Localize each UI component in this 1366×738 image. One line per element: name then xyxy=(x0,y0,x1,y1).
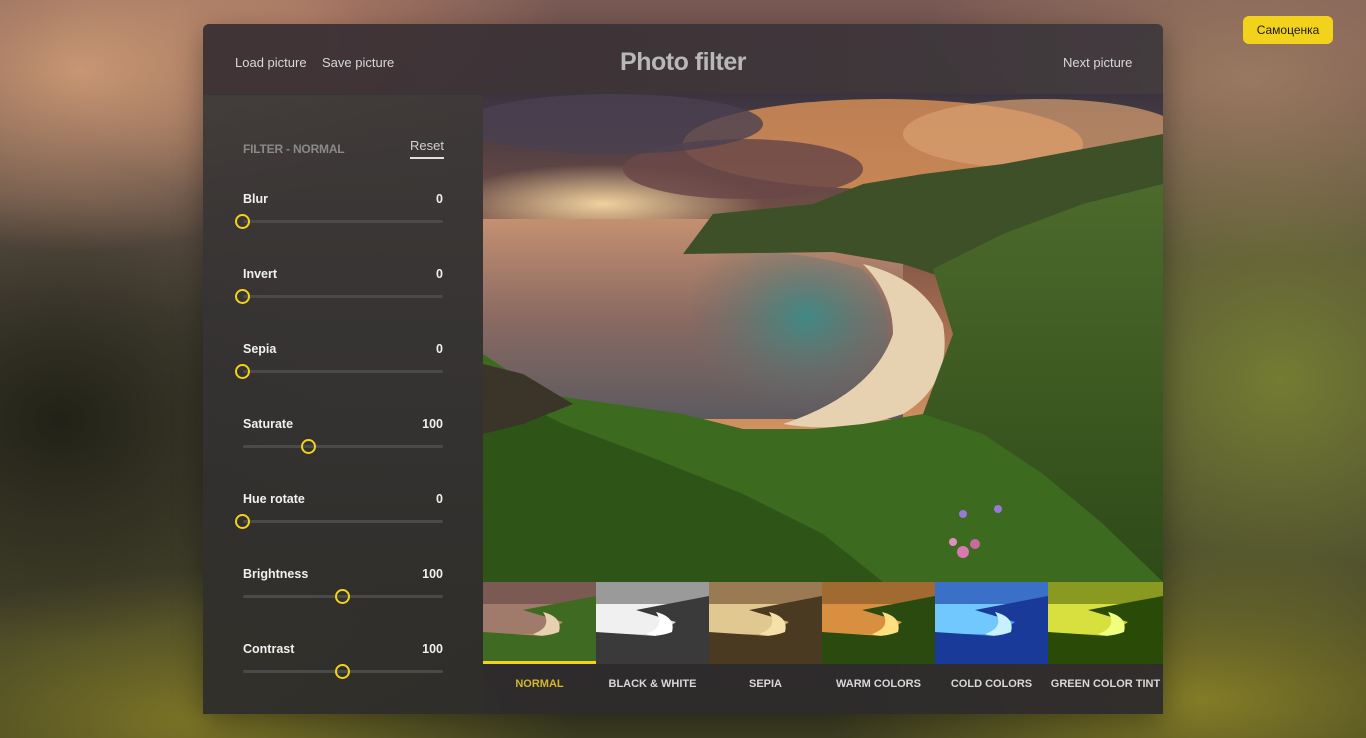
slider-thumb[interactable] xyxy=(235,214,250,229)
thumbnail-graphic xyxy=(822,582,935,664)
slider-contrast: Contrast 100 xyxy=(243,642,443,692)
slider-label: Contrast xyxy=(243,642,295,656)
filter-thumbnails: NORMAL BLACK & WHITE SEPIA WARM COLORS C… xyxy=(483,582,1163,714)
filter-thumb-black-white[interactable]: BLACK & WHITE xyxy=(596,582,709,714)
slider-invert: Invert 0 xyxy=(235,267,443,317)
slider-thumb[interactable] xyxy=(301,439,316,454)
slider-saturate: Saturate 100 xyxy=(243,417,443,467)
page-title: Photo filter xyxy=(620,48,746,76)
slider-thumb[interactable] xyxy=(335,664,350,679)
slider-thumb[interactable] xyxy=(235,364,250,379)
slider-track[interactable] xyxy=(235,514,443,529)
app-header: Load picture Save picture Photo filter N… xyxy=(203,24,1163,95)
thumbnail-image xyxy=(822,582,935,664)
slider-value: 100 xyxy=(422,567,443,581)
samootsenka-button[interactable]: Самоценка xyxy=(1243,16,1333,44)
landscape-image xyxy=(483,94,1163,582)
filter-label: COLD COLORS xyxy=(950,678,1033,690)
slider-sepia: Sepia 0 xyxy=(235,342,443,392)
slider-value: 0 xyxy=(436,342,443,356)
thumbnail-image xyxy=(596,582,709,664)
thumbnail-image xyxy=(483,582,596,664)
slider-blur: Blur 0 xyxy=(235,192,443,242)
thumbnail-graphic xyxy=(1048,582,1163,664)
slider-track[interactable] xyxy=(243,664,443,679)
slider-track[interactable] xyxy=(243,589,443,604)
slider-hue-rotate: Hue rotate 0 xyxy=(235,492,443,542)
filter-thumb-sepia[interactable]: SEPIA xyxy=(709,582,822,714)
thumbnail-image xyxy=(709,582,822,664)
slider-label: Saturate xyxy=(243,417,294,431)
filter-label: SEPIA xyxy=(748,678,782,690)
slider-value: 0 xyxy=(436,492,443,506)
filter-heading: Filter - normal xyxy=(243,142,345,156)
slider-thumb[interactable] xyxy=(335,589,350,604)
next-picture-button[interactable]: Next picture xyxy=(1063,55,1132,70)
slider-track[interactable] xyxy=(243,439,443,454)
filter-thumb-cold-colors[interactable]: COLD COLORS xyxy=(935,582,1048,714)
filter-sidebar: Filter - normal Reset Blur 0 Invert 0 Se… xyxy=(203,94,483,714)
main-photo xyxy=(483,94,1163,582)
thumbnail-image xyxy=(1048,582,1163,664)
filter-label: GREEN COLOR TINT xyxy=(1050,678,1161,690)
slider-value: 0 xyxy=(436,192,443,206)
slider-value: 0 xyxy=(436,267,443,281)
slider-label: Hue rotate xyxy=(243,492,305,506)
slider-track[interactable] xyxy=(235,364,443,379)
reset-button[interactable]: Reset xyxy=(410,138,444,159)
filter-label: WARM COLORS xyxy=(836,678,921,690)
slider-track[interactable] xyxy=(235,289,443,304)
slider-value: 100 xyxy=(422,642,443,656)
thumbnail-graphic xyxy=(709,582,822,664)
thumbnail-graphic xyxy=(483,582,596,664)
slider-label: Sepia xyxy=(243,342,277,356)
slider-brightness: Brightness 100 xyxy=(243,567,443,617)
slider-label: Blur xyxy=(243,192,268,206)
filter-label: BLACK & WHITE xyxy=(608,678,697,690)
filter-thumb-normal[interactable]: NORMAL xyxy=(483,582,596,714)
slider-thumb[interactable] xyxy=(235,514,250,529)
slider-track[interactable] xyxy=(235,214,443,229)
filter-label: NORMAL xyxy=(515,678,564,690)
photo-filter-app: Load picture Save picture Photo filter N… xyxy=(203,24,1163,714)
filter-thumb-warm-colors[interactable]: WARM COLORS xyxy=(822,582,935,714)
slider-thumb[interactable] xyxy=(235,289,250,304)
slider-value: 100 xyxy=(422,417,443,431)
slider-label: Invert xyxy=(243,267,278,281)
thumbnail-graphic xyxy=(596,582,709,664)
thumbnail-image xyxy=(935,582,1048,664)
slider-label: Brightness xyxy=(243,567,309,581)
thumbnail-graphic xyxy=(935,582,1048,664)
filter-thumb-green-tint[interactable]: GREEN COLOR TINT xyxy=(1048,582,1163,714)
active-indicator xyxy=(483,661,596,664)
